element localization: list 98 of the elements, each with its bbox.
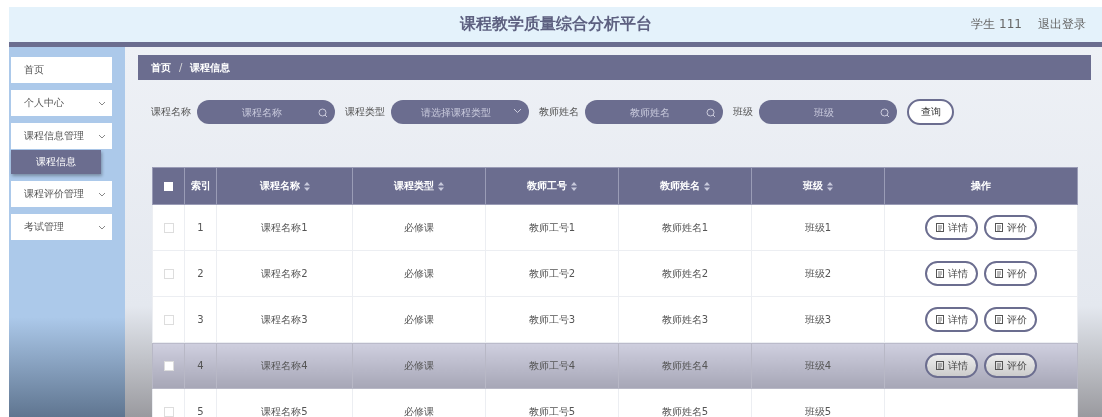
document-icon [994,269,1003,278]
table-cell: 3 [197,314,204,325]
table-cell: 课程名称5 [261,405,308,417]
filter-label: 教师姓名 [539,105,579,119]
sidebar-item[interactable]: 考试管理 [11,214,112,240]
row-checkbox[interactable] [163,269,174,279]
table-cell: 班级2 [804,267,832,279]
sidebar-item[interactable]: 个人中心 [11,90,112,116]
table-row[interactable]: 4 课程名称4 必修课 教师工号4 教师姓名4 班级4 详情 评价 [152,342,1078,389]
search-icon [880,108,890,118]
table-cell: 教师工号2 [528,267,576,279]
row-checkbox[interactable] [163,361,174,371]
table-row[interactable]: 5 课程名称5 必修课 教师工号5 教师姓名5 班级5 [152,388,1078,417]
action-button[interactable]: 评价 [984,261,1037,286]
document-icon [994,223,1003,232]
action-button[interactable]: 评价 [984,215,1037,240]
search-icon [318,108,328,118]
user-name: 学生 111 [971,16,1022,33]
table-cell: 1 [197,222,204,233]
document-icon [935,315,944,324]
action-button[interactable]: 评价 [984,353,1037,378]
table-cell: 课程名称4 [261,359,308,371]
action-button[interactable]: 详情 [925,353,978,378]
table-row[interactable]: 2 课程名称2 必修课 教师工号2 教师姓名2 班级2 详情 评价 [152,250,1078,297]
table-cell: 2 [197,268,204,279]
filter-label: 班级 [733,105,753,119]
search-field[interactable]: 教师姓名 [585,100,723,124]
action-button[interactable]: 评价 [984,307,1037,332]
caret-icon [98,133,106,139]
column-header[interactable]: 课程类型 [352,167,486,205]
select-field[interactable]: 请选择课程类型 [391,100,529,124]
table-cell: 课程名称2 [261,267,308,279]
document-icon [994,361,1003,370]
document-icon [994,315,1003,324]
table-cell: 必修课 [404,313,434,325]
caret-icon [98,100,106,106]
sort-icon [438,181,444,191]
filter-label: 课程类型 [345,105,385,119]
document-icon [935,269,944,278]
table-cell: 课程名称1 [261,221,308,233]
submenu-item[interactable]: 课程信息 [11,150,101,174]
search-field[interactable]: 班级 [759,100,897,124]
column-header[interactable]: 教师工号 [485,167,619,205]
table-cell: 教师姓名4 [661,359,709,371]
table-cell: 4 [197,360,204,371]
column-header[interactable]: 课程名称 [216,167,353,205]
document-icon [935,223,944,232]
breadcrumb-link[interactable]: 课程信息 [190,60,231,75]
table-cell: 教师工号4 [528,359,576,371]
table-cell: 教师工号1 [528,221,576,233]
table-cell: 教师工号5 [528,405,576,417]
column-header[interactable]: 操作 [884,167,1078,205]
app-title: 课程教学质量综合分析平台 [459,14,652,35]
table-cell: 5 [197,406,204,417]
sidebar-item[interactable]: 课程信息管理 [11,123,112,149]
table-cell: 班级3 [804,313,832,325]
column-header[interactable]: 索引 [184,167,217,205]
table-cell: 课程名称3 [261,313,308,325]
filter-label: 课程名称 [151,105,191,119]
sort-icon [704,181,710,191]
sort-icon [571,181,577,191]
table-cell: 教师姓名5 [661,405,709,417]
table-cell: 必修课 [404,267,434,279]
select-all-checkbox[interactable] [164,182,173,191]
column-header[interactable]: 班级 [751,167,885,205]
table-cell: 班级4 [804,359,832,371]
logout-link[interactable]: 退出登录 [1038,16,1086,33]
row-checkbox[interactable] [163,407,174,417]
table-cell: 教师姓名2 [661,267,709,279]
sort-icon [827,181,833,191]
sort-icon [303,181,310,191]
breadcrumb-link[interactable]: 首页 [151,60,171,75]
sidebar-item[interactable]: 首页 [11,57,112,83]
action-button[interactable]: 详情 [925,261,978,286]
query-button[interactable]: 查询 [907,99,954,125]
search-field[interactable]: 课程名称 [197,100,335,124]
caret-icon [513,108,522,114]
sidebar-item[interactable]: 课程评价管理 [11,181,112,207]
table-cell: 必修课 [404,359,434,371]
action-button[interactable]: 详情 [925,215,978,240]
row-checkbox[interactable] [163,223,174,233]
table-cell: 教师姓名1 [661,221,709,233]
caret-icon [98,191,106,197]
table-cell: 班级5 [804,405,832,417]
action-button[interactable]: 详情 [925,307,978,332]
caret-icon [98,224,106,230]
table-row[interactable]: 1 课程名称1 必修课 教师工号1 教师姓名1 班级1 详情 评价 [152,204,1078,251]
search-icon [706,108,716,118]
document-icon [935,361,944,370]
table-cell: 必修课 [404,405,434,417]
table-cell: 必修课 [404,221,434,233]
breadcrumb-separator: / [179,62,183,73]
table-cell: 班级1 [804,221,832,233]
table-cell: 教师姓名3 [661,313,709,325]
table-row[interactable]: 3 课程名称3 必修课 教师工号3 教师姓名3 班级3 详情 评价 [152,296,1078,343]
column-header[interactable]: 教师姓名 [618,167,752,205]
row-checkbox[interactable] [163,315,174,325]
table-cell: 教师工号3 [528,313,576,325]
